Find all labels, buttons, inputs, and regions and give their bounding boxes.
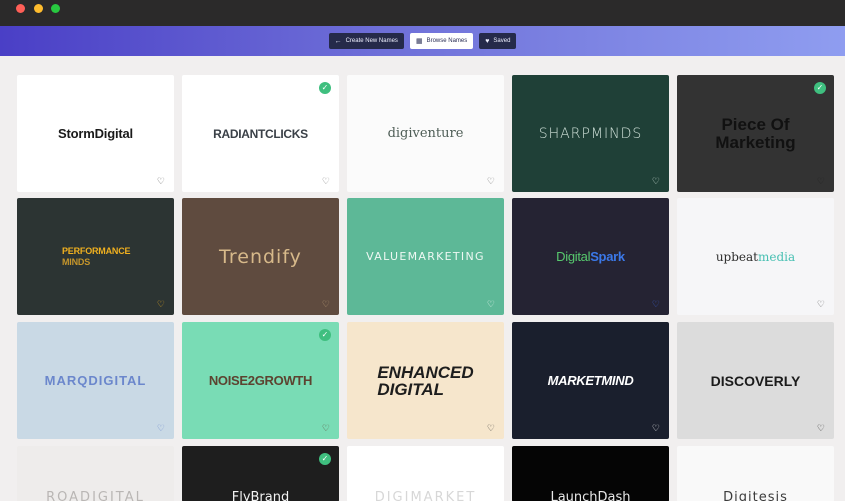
brand-name: MARQDIGITAL — [44, 373, 147, 388]
brand-name-part-a: Digital — [556, 249, 591, 264]
brand-name-line2: MINDS — [62, 256, 90, 267]
brand-name: Piece Of Marketing — [677, 75, 834, 192]
name-card-radiantclicks[interactable]: RADIANTCLICKS ✓ ♡ — [182, 75, 339, 192]
brand-name-line2: DIGITAL — [377, 379, 445, 399]
name-card-upbeatmedia[interactable]: upbeat media ♡ — [677, 198, 834, 315]
brand-name: PERFORMANCE MINDS — [17, 198, 174, 315]
brand-name-line2: Marketing — [715, 132, 796, 152]
heart-outline-icon[interactable]: ♡ — [487, 300, 495, 309]
name-card-digimarket[interactable]: DIGIMARKET — [347, 446, 504, 501]
brand-name-line1: Piece Of — [721, 114, 790, 134]
name-gallery: StormDigital ♡ RADIANTCLICKS ✓ ♡ digiven… — [0, 56, 845, 501]
brand-name: NOISE2GROWTH — [208, 373, 313, 388]
brand-name: SHARPMINDS — [538, 125, 643, 142]
name-card-valuemarketing[interactable]: VALUEMARKETING ♡ — [347, 198, 504, 315]
brand-name: DIGIMARKET — [374, 490, 477, 501]
brand-name: ENHANCED DIGITAL — [347, 322, 504, 439]
name-card-piece-of-marketing[interactable]: Piece Of Marketing ✓ ♡ — [677, 75, 834, 192]
check-circle-icon: ✓ — [319, 82, 331, 94]
app-window: ← Create New Names ▦ Browse Names ♥ Save… — [0, 0, 845, 501]
brand-name: DISCOVERLY — [710, 372, 801, 389]
browse-names-label: Browse Names — [426, 38, 468, 44]
name-card-digitalspark[interactable]: Digital Spark ♡ — [512, 198, 669, 315]
heart-outline-icon[interactable]: ♡ — [157, 177, 165, 186]
name-card-digitesis[interactable]: Digitesis — [677, 446, 834, 501]
name-card-launchdash[interactable]: LaunchDash — [512, 446, 669, 501]
check-circle-icon: ✓ — [814, 82, 826, 94]
heart-outline-icon[interactable]: ♡ — [487, 424, 495, 433]
heart-outline-icon[interactable]: ♡ — [817, 300, 825, 309]
brand-name: RADIANTCLICKS — [213, 126, 308, 141]
brand-name: ROADIGITAL — [46, 490, 145, 501]
heart-outline-icon[interactable]: ♡ — [157, 300, 165, 309]
heart-icon: ♥ — [485, 37, 490, 45]
brand-name-line1: PERFORMANCE — [62, 245, 131, 256]
brand-name: Digitesis — [723, 490, 788, 501]
brand-name: LaunchDash — [550, 490, 631, 501]
heart-outline-icon[interactable]: ♡ — [322, 177, 330, 186]
name-card-discoverly[interactable]: DISCOVERLY ♡ — [677, 322, 834, 439]
top-nav-band: ← Create New Names ▦ Browse Names ♥ Save… — [0, 26, 845, 56]
name-card-trendify[interactable]: Trendify ♡ — [182, 198, 339, 315]
name-card-stormdigital[interactable]: StormDigital ♡ — [17, 75, 174, 192]
name-card-sharpminds[interactable]: SHARPMINDS ♡ — [512, 75, 669, 192]
heart-outline-icon[interactable]: ♡ — [652, 424, 660, 433]
name-card-enhanced-digital[interactable]: ENHANCED DIGITAL ♡ — [347, 322, 504, 439]
brand-name: VALUEMARKETING — [366, 250, 485, 263]
name-card-roadigital[interactable]: ROADIGITAL — [17, 446, 174, 501]
heart-outline-icon[interactable]: ♡ — [652, 300, 660, 309]
name-card-marqdigital[interactable]: MARQDIGITAL ♡ — [17, 322, 174, 439]
minimize-window-button[interactable] — [34, 4, 43, 13]
close-window-button[interactable] — [16, 4, 25, 13]
nav-button-group: ← Create New Names ▦ Browse Names ♥ Save… — [0, 33, 845, 49]
brand-name-part-a: upbeat — [715, 249, 758, 264]
name-card-marketmind[interactable]: MARKETMIND ♡ — [512, 322, 669, 439]
heart-outline-icon[interactable]: ♡ — [322, 300, 330, 309]
name-card-digiventure[interactable]: digiventure ♡ — [347, 75, 504, 192]
heart-outline-icon[interactable]: ♡ — [817, 177, 825, 186]
heart-outline-icon[interactable]: ♡ — [322, 424, 330, 433]
brand-name-line1: ENHANCED — [377, 362, 474, 382]
name-card-performance-minds[interactable]: PERFORMANCE MINDS ♡ — [17, 198, 174, 315]
heart-outline-icon[interactable]: ♡ — [817, 424, 825, 433]
brand-name: Trendify — [219, 245, 302, 268]
brand-name: FlyBrand — [231, 490, 290, 501]
create-new-names-button[interactable]: ← Create New Names — [328, 33, 404, 49]
brand-name-part-b: media — [758, 249, 796, 264]
window-titlebar — [0, 0, 845, 26]
name-card-flybrand[interactable]: FlyBrand ✓ — [182, 446, 339, 501]
grid-icon: ▦ — [415, 37, 423, 45]
brand-name: Digital Spark — [512, 198, 669, 315]
check-circle-icon: ✓ — [319, 329, 331, 341]
brand-name: digiventure — [387, 126, 464, 141]
zoom-window-button[interactable] — [51, 4, 60, 13]
name-card-noise2growth[interactable]: NOISE2GROWTH ✓ ♡ — [182, 322, 339, 439]
check-circle-icon: ✓ — [319, 453, 331, 465]
brand-name: MARKETMIND — [547, 373, 634, 388]
heart-outline-icon[interactable]: ♡ — [157, 424, 165, 433]
saved-button[interactable]: ♥ Saved — [479, 33, 517, 49]
back-arrow-icon: ← — [334, 37, 342, 45]
heart-outline-icon[interactable]: ♡ — [652, 177, 660, 186]
brand-name: StormDigital — [58, 126, 133, 141]
brand-name: upbeat media — [677, 198, 834, 315]
brand-name-part-b: Spark — [590, 249, 625, 264]
heart-outline-icon[interactable]: ♡ — [487, 177, 495, 186]
create-new-names-label: Create New Names — [345, 38, 398, 44]
saved-label: Saved — [493, 38, 511, 44]
browse-names-button[interactable]: ▦ Browse Names — [409, 33, 474, 49]
